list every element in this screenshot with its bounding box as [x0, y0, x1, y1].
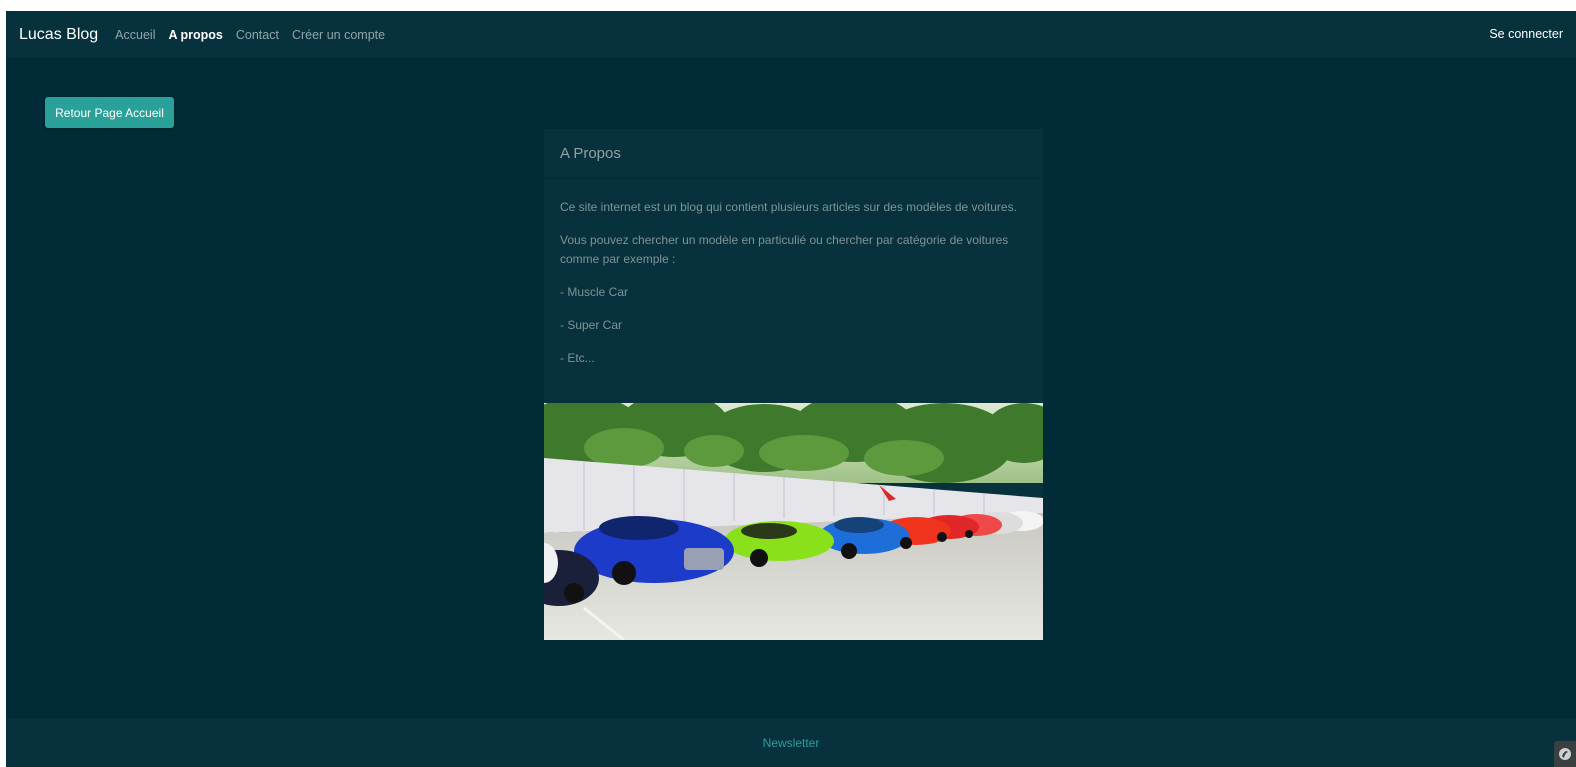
card-paragraph: Ce site internet est un blog qui contien…	[560, 200, 1017, 214]
card-header: A Propos	[544, 129, 1043, 179]
nav-link-contact[interactable]: Contact	[236, 28, 279, 42]
card-list-item: - Super Car	[560, 318, 623, 332]
card-title: A Propos	[560, 145, 621, 162]
card-list-item: - Etc...	[560, 351, 595, 365]
brand-link[interactable]: Lucas Blog	[19, 26, 98, 44]
top-navbar: Lucas Blog Accueil A propos Contact Crée…	[6, 11, 1576, 58]
newsletter-link[interactable]: Newsletter	[763, 736, 820, 750]
app-root: Lucas Blog Accueil A propos Contact Crée…	[6, 11, 1576, 767]
login-link[interactable]: Se connecter	[1489, 11, 1563, 58]
nav-link-accueil[interactable]: Accueil	[115, 28, 155, 42]
debug-toolbar-icon[interactable]	[1554, 741, 1576, 767]
card-paragraph: Vous pouvez chercher un modèle en partic…	[560, 233, 1009, 266]
card-list-item: - Muscle Car	[560, 285, 629, 299]
nav-link-creer-compte[interactable]: Créer un compte	[292, 28, 385, 42]
back-to-home-button[interactable]: Retour Page Accueil	[45, 97, 174, 128]
about-card: A Propos Ce site internet est un blog qu…	[544, 129, 1043, 640]
footer: Newsletter	[6, 718, 1576, 767]
parked-sports-cars-photo	[544, 403, 1043, 640]
card-body: Ce site internet est un blog qui contien…	[544, 179, 1043, 403]
nav-link-a-propos[interactable]: A propos	[168, 28, 222, 42]
